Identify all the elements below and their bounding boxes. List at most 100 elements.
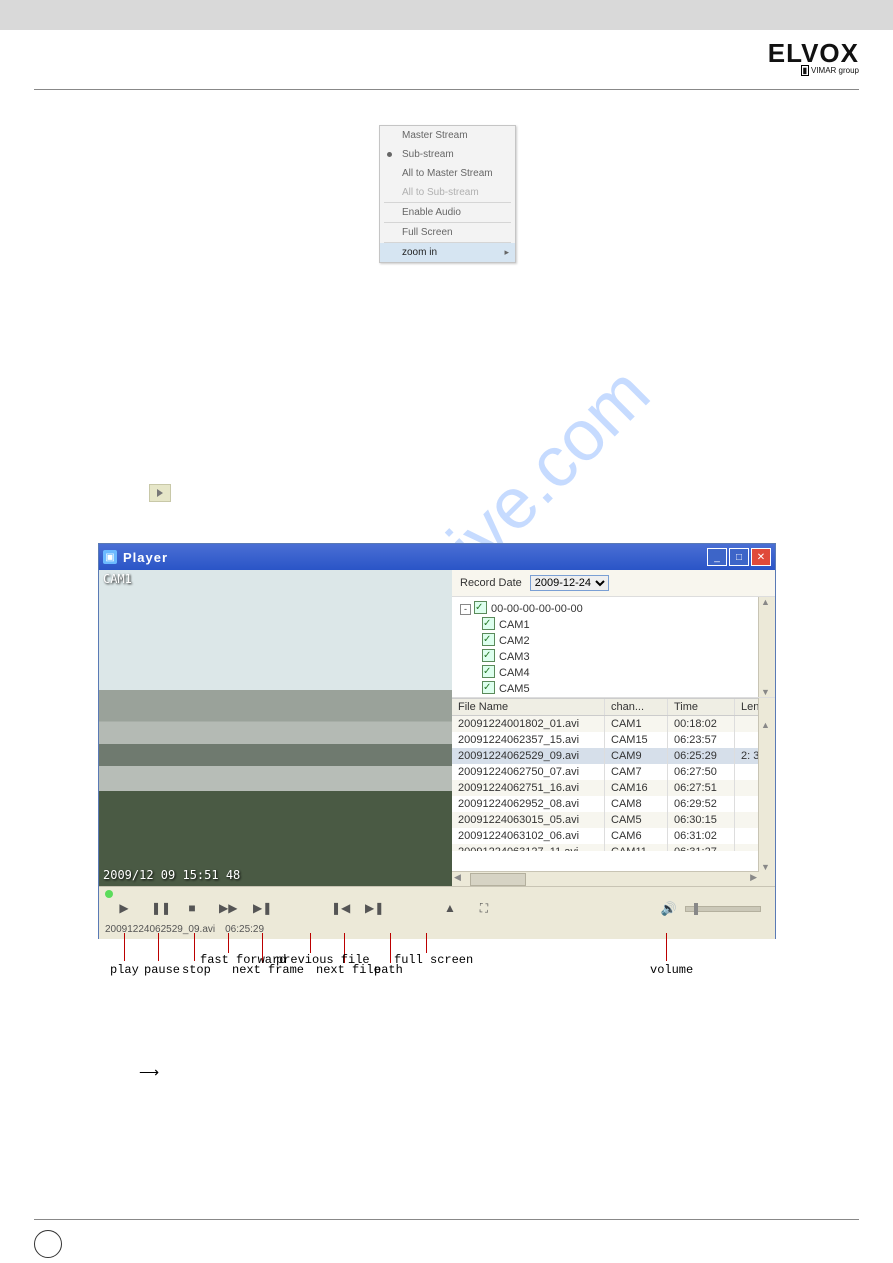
cell-channel: CAM1	[605, 716, 668, 732]
annot-line	[426, 933, 427, 953]
video-placeholder	[99, 570, 452, 886]
tree-label: CAM5	[499, 683, 530, 695]
tree-cam2[interactable]: CAM2	[482, 633, 771, 649]
close-button[interactable]: ✕	[751, 548, 771, 566]
cell-time: 06:27:51	[668, 780, 735, 796]
fast-forward-button[interactable]: ▶▶	[219, 901, 233, 916]
cell-time: 06:27:50	[668, 764, 735, 780]
page-root: ELVOX ▮VIMAR group Master Stream Sub-str…	[0, 0, 893, 1263]
file-row[interactable]: 20091224062750_07.aviCAM706:27:50	[452, 764, 775, 780]
player-window: ▣ Player _ □ ✕ CAM1 2009/12 09 15:51 48 …	[98, 543, 776, 939]
record-date-label: Record Date	[460, 577, 522, 589]
stream-context-menu: Master Stream Sub-stream All to Master S…	[379, 125, 516, 263]
minimize-button[interactable]: _	[707, 548, 727, 566]
playback-controls: ▶ ❚❚ ■ ▶▶ ▶❚ ❚◀ ▶❚ ▲ ⛶ 🔊 20091224062529_…	[99, 886, 775, 939]
cell-time: 06:30:15	[668, 812, 735, 828]
pause-button[interactable]: ❚❚	[151, 901, 165, 916]
file-row[interactable]: 20091224062952_08.aviCAM806:29:52	[452, 796, 775, 812]
menu-full-screen[interactable]: Full Screen	[380, 223, 515, 242]
tree-scrollbar[interactable]	[758, 597, 775, 697]
checkbox-icon[interactable]	[482, 633, 495, 646]
annot-pause: pause	[144, 963, 180, 977]
video-area[interactable]: CAM1 2009/12 09 15:51 48	[99, 570, 452, 886]
full-screen-button[interactable]: ⛶	[477, 901, 491, 916]
file-list-scroll-v[interactable]	[758, 698, 775, 886]
cell-time: 06:29:52	[668, 796, 735, 812]
next-frame-button[interactable]: ▶❚	[253, 901, 267, 916]
file-row[interactable]: 20091224062357_15.aviCAM1506:23:57	[452, 732, 775, 748]
menu-sub-stream[interactable]: Sub-stream	[380, 145, 515, 164]
file-row[interactable]: 20091224001802_01.aviCAM100:18:02	[452, 716, 775, 732]
brand-sub-mark: ▮	[801, 65, 809, 76]
menu-all-master[interactable]: All to Master Stream	[380, 164, 515, 183]
collapse-icon[interactable]: -	[460, 604, 471, 615]
cell-channel: CAM7	[605, 764, 668, 780]
play-button[interactable]: ▶	[117, 901, 131, 916]
cell-channel: CAM8	[605, 796, 668, 812]
cell-channel: CAM15	[605, 732, 668, 748]
file-list-header[interactable]: File Name chan... Time Leng	[452, 698, 775, 716]
next-file-button[interactable]: ▶❚	[365, 901, 379, 916]
tree-label: CAM3	[499, 651, 530, 663]
window-buttons: _ □ ✕	[707, 548, 771, 566]
menu-zoom-in[interactable]: zoom in	[380, 243, 515, 262]
tree-root[interactable]: -00-00-00-00-00-00	[460, 601, 771, 617]
path-button[interactable]: ▲	[443, 901, 457, 916]
spacer	[287, 901, 311, 916]
cell-filename: 20091224062750_07.avi	[452, 764, 605, 780]
record-date-select[interactable]: 2009-12-24	[530, 575, 609, 591]
file-row[interactable]: 20091224062529_09.aviCAM906:25:292: 3	[452, 748, 775, 764]
camera-tree[interactable]: -00-00-00-00-00-00 CAM1 CAM2 CAM3 CAM4 C…	[452, 597, 775, 698]
checkbox-icon[interactable]	[482, 665, 495, 678]
volume-slider[interactable]	[685, 906, 761, 912]
annot-line	[228, 933, 229, 953]
col-time[interactable]: Time	[668, 699, 735, 715]
tree-label: CAM1	[499, 619, 530, 631]
arrow-right-icon: ⟶	[139, 1064, 159, 1081]
cell-time: 00:18:02	[668, 716, 735, 732]
volume-thumb[interactable]	[694, 903, 698, 915]
menu-enable-audio[interactable]: Enable Audio	[380, 203, 515, 222]
cell-channel: CAM6	[605, 828, 668, 844]
speaker-icon[interactable]: 🔊	[661, 901, 677, 917]
checkbox-icon[interactable]	[482, 617, 495, 630]
scroll-thumb[interactable]	[470, 873, 526, 886]
checkbox-icon[interactable]	[482, 649, 495, 662]
app-icon: ▣	[103, 550, 117, 564]
file-row[interactable]: 20091224062751_16.aviCAM1606:27:51	[452, 780, 775, 796]
stop-button[interactable]: ■	[185, 901, 199, 916]
file-list-rows: 20091224001802_01.aviCAM100:18:022009122…	[452, 716, 775, 851]
cell-filename: 20091224063015_05.avi	[452, 812, 605, 828]
file-list-scroll-h[interactable]	[452, 871, 759, 886]
divider-bottom	[34, 1219, 859, 1220]
file-row[interactable]: 20091224063102_06.aviCAM606:31:02	[452, 828, 775, 844]
window-title: Player	[123, 550, 707, 565]
brand-sub: ▮VIMAR group	[801, 66, 859, 75]
tree-cam5[interactable]: CAM5	[482, 681, 771, 697]
previous-file-button[interactable]: ❚◀	[331, 901, 345, 916]
cell-time: 06:23:57	[668, 732, 735, 748]
col-channel[interactable]: chan...	[605, 699, 668, 715]
cell-filename: 20091224062529_09.avi	[452, 748, 605, 764]
menu-master-stream[interactable]: Master Stream	[380, 126, 515, 145]
cell-filename: 20091224063127_11.avi	[452, 844, 605, 851]
checkbox-icon[interactable]	[482, 681, 495, 694]
menu-all-sub[interactable]: All to Sub-stream	[380, 183, 515, 202]
status-light-icon	[105, 890, 113, 898]
cell-filename: 20091224062357_15.avi	[452, 732, 605, 748]
cell-filename: 20091224062952_08.avi	[452, 796, 605, 812]
maximize-button[interactable]: □	[729, 548, 749, 566]
tree-label: CAM2	[499, 635, 530, 647]
file-row[interactable]: 20091224063015_05.aviCAM506:30:15	[452, 812, 775, 828]
annot-line	[158, 933, 159, 961]
checkbox-icon[interactable]	[474, 601, 487, 614]
page-number-circle	[34, 1230, 62, 1258]
title-bar[interactable]: ▣ Player _ □ ✕	[99, 544, 775, 570]
cell-channel: CAM5	[605, 812, 668, 828]
tree-cam4[interactable]: CAM4	[482, 665, 771, 681]
camera-label: CAM1	[103, 572, 132, 586]
col-filename[interactable]: File Name	[452, 699, 605, 715]
tree-cam1[interactable]: CAM1	[482, 617, 771, 633]
file-row[interactable]: 20091224063127_11.aviCAM1106:31:27	[452, 844, 775, 851]
tree-cam3[interactable]: CAM3	[482, 649, 771, 665]
